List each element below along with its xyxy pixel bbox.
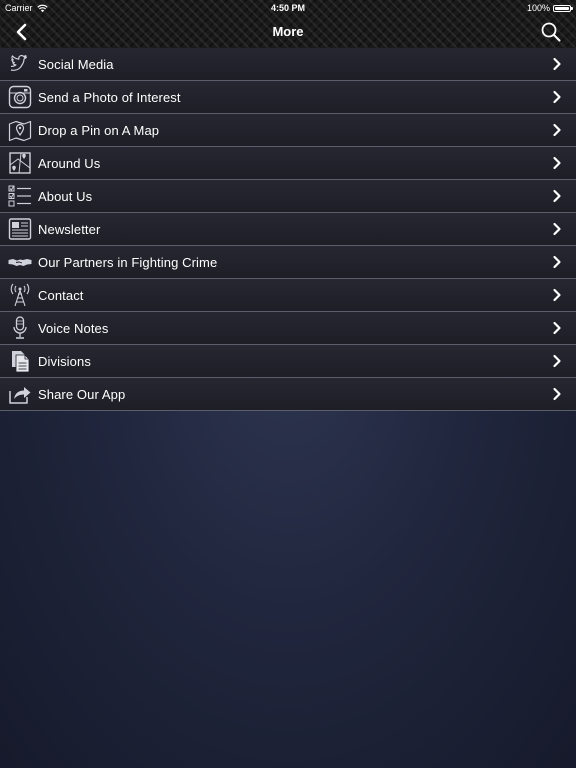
menu-item-around-us[interactable]: Around Us [0, 147, 576, 180]
status-bar: Carrier 4:50 PM 100% [0, 0, 576, 16]
checklist-icon [7, 183, 33, 209]
menu-item-label: Contact [38, 287, 84, 303]
menu-item-label: Around Us [38, 155, 101, 171]
menu-item-send-photo[interactable]: Send a Photo of Interest [0, 81, 576, 114]
menu-item-label: Our Partners in Fighting Crime [38, 254, 218, 270]
clock: 4:50 PM [270, 3, 305, 13]
newspaper-icon [7, 216, 33, 242]
chevron-right-icon [553, 189, 561, 203]
menu-item-label: Voice Notes [38, 320, 109, 336]
share-icon [7, 381, 33, 407]
menu-item-divisions[interactable]: Divisions [0, 345, 576, 378]
antenna-icon [7, 282, 33, 308]
menu-item-label: Newsletter [38, 221, 101, 237]
chevron-right-icon [553, 321, 561, 335]
battery-percent: 100% [526, 3, 550, 13]
menu-item-label: About Us [38, 188, 93, 204]
more-menu-list: Social Media Send a Photo of Interest Dr… [0, 48, 576, 411]
menu-item-label: Send a Photo of Interest [38, 89, 181, 105]
menu-item-about-us[interactable]: About Us [0, 180, 576, 213]
handshake-icon [7, 249, 33, 275]
microphone-icon [7, 315, 33, 341]
menu-item-label: Social Media [38, 56, 114, 72]
menu-item-share-app[interactable]: Share Our App [0, 378, 576, 411]
menu-item-partners[interactable]: Our Partners in Fighting Crime [0, 246, 576, 279]
chevron-right-icon [553, 255, 561, 269]
menu-item-social-media[interactable]: Social Media [0, 48, 576, 81]
menu-item-label: Divisions [38, 353, 91, 369]
chevron-right-icon [553, 288, 561, 302]
menu-item-contact[interactable]: Contact [0, 279, 576, 312]
menu-item-newsletter[interactable]: Newsletter [0, 213, 576, 246]
chevron-right-icon [553, 123, 561, 137]
menu-item-drop-pin[interactable]: Drop a Pin on A Map [0, 114, 576, 147]
chevron-right-icon [553, 387, 561, 401]
map-pin-icon [7, 117, 33, 143]
map-icon [7, 150, 33, 176]
navigation-bar: More [0, 16, 576, 48]
battery-icon [553, 4, 573, 12]
chevron-right-icon [553, 57, 561, 71]
battery-indicator: 100% [526, 0, 573, 16]
page-title: More [272, 24, 304, 39]
search-button[interactable] [540, 21, 562, 43]
twitter-bird-icon [7, 51, 33, 77]
chevron-right-icon [553, 222, 561, 236]
chevron-right-icon [553, 354, 561, 368]
menu-item-label: Share Our App [38, 386, 126, 402]
header-bar: Carrier 4:50 PM 100% More [0, 0, 576, 48]
documents-icon [7, 348, 33, 374]
search-icon [541, 22, 561, 42]
chevron-right-icon [553, 90, 561, 104]
menu-item-voice-notes[interactable]: Voice Notes [0, 312, 576, 345]
chevron-right-icon [553, 156, 561, 170]
camera-icon [7, 84, 33, 110]
battery-level-fill [555, 6, 569, 10]
menu-item-label: Drop a Pin on A Map [38, 122, 160, 138]
